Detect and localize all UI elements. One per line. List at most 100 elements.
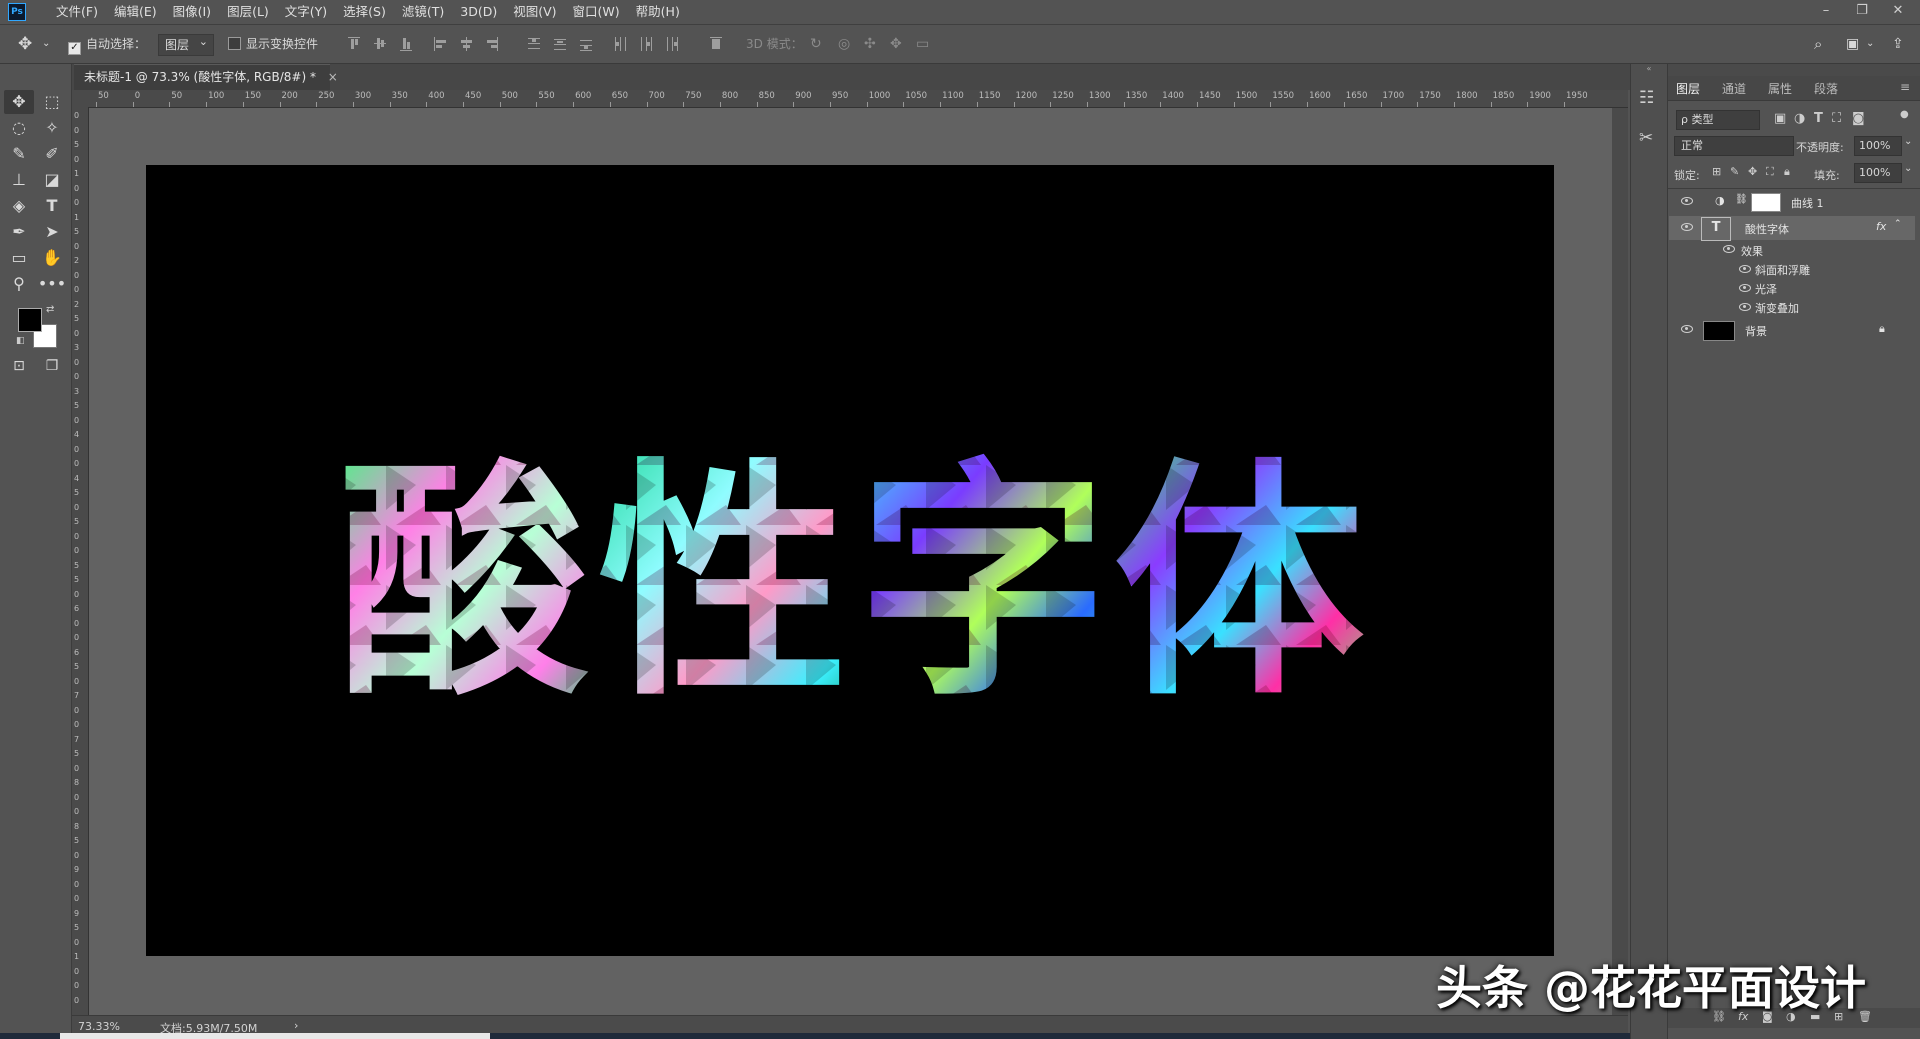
lock-position-icon[interactable]: ✥ <box>1748 165 1757 178</box>
distribute-right-icon[interactable] <box>666 37 678 51</box>
close-window-icon[interactable]: ✕ <box>1880 0 1916 24</box>
path-select-tool-icon[interactable]: ➤ <box>37 220 67 244</box>
align-left-icon[interactable] <box>434 37 446 51</box>
quick-mask-icon[interactable]: ⊡ <box>4 354 34 378</box>
magic-wand-tool-icon[interactable]: ✧ <box>37 116 67 140</box>
menu-window[interactable]: 窗口(W) <box>565 0 628 24</box>
align-right-icon[interactable] <box>486 37 498 51</box>
mask-link-icon[interactable]: ⛓ <box>1735 194 1748 205</box>
auto-select-dropdown[interactable]: 图层 <box>158 32 214 56</box>
pen-tool-icon[interactable]: ✒ <box>4 220 34 244</box>
menu-type[interactable]: 文字(Y) <box>277 0 335 24</box>
vertical-scrollbar[interactable] <box>1612 108 1628 1015</box>
move-tool-icon[interactable]: ✥ <box>4 90 34 114</box>
restore-icon[interactable]: ❐ <box>1844 0 1880 24</box>
eraser-tool-icon[interactable]: ◪ <box>37 168 67 192</box>
search-icon[interactable]: ⌕ <box>1814 33 1822 55</box>
layer-name[interactable]: 酸性字体 <box>1745 221 1789 237</box>
taskbar-active-window[interactable] <box>60 1033 490 1039</box>
panel-menu-icon[interactable]: ≡ <box>1900 80 1910 94</box>
tab-channels[interactable]: 通道 <box>1722 80 1746 97</box>
paint-bucket-tool-icon[interactable]: ◈ <box>4 194 34 218</box>
menu-edit[interactable]: 编辑(E) <box>106 0 165 24</box>
distribute-left-icon[interactable] <box>614 37 626 51</box>
stamp-tool-icon[interactable]: ⊥ <box>4 168 34 192</box>
type-layer-thumbnail[interactable]: T <box>1701 217 1731 241</box>
show-transform-checkbox[interactable]: 显示变换控件 <box>228 33 318 55</box>
filter-pixel-icon[interactable]: ▣ <box>1774 111 1786 126</box>
tab-properties[interactable]: 属性 <box>1768 80 1792 97</box>
document-canvas[interactable]: 酸 性 字 体 酸 性 字 体 <box>146 165 1554 956</box>
status-menu-arrow-icon[interactable]: › <box>294 1019 298 1032</box>
menu-file[interactable]: 文件(F) <box>48 0 106 24</box>
eyedropper-tool-icon[interactable]: ✎ <box>4 142 34 166</box>
type-tool-icon[interactable]: T <box>37 194 67 218</box>
close-tab-icon[interactable]: × <box>328 70 338 84</box>
screen-mode-icon[interactable]: ❐ <box>37 354 67 378</box>
vertical-ruler[interactable]: 0 0 5 0 1 0 0 1 5 0 2 0 0 2 5 0 3 0 0 3 5 0 4 0 0 4 5 0 5 0 0 5 5 0 6 0 0 6 5 0… <box>72 107 89 1015</box>
move-tool-icon[interactable]: ✥ <box>18 33 32 55</box>
lock-pixels-icon[interactable]: ✎ <box>1730 165 1739 178</box>
fill-input[interactable]: 100% <box>1854 163 1902 183</box>
filter-smart-object-icon[interactable]: ◙ <box>1852 111 1865 126</box>
minimize-icon[interactable]: – <box>1808 0 1844 24</box>
share-icon[interactable]: ⇪ <box>1892 33 1904 55</box>
3d-orbit-icon[interactable]: ↻ <box>810 33 822 55</box>
default-colors-icon[interactable]: ◧ <box>16 336 25 346</box>
lock-all-icon[interactable]: 🔒︎ <box>1784 165 1790 179</box>
filter-shape-icon[interactable]: ⛶ <box>1832 111 1841 126</box>
align-vcenter-icon[interactable] <box>374 37 386 51</box>
opacity-chevron-icon[interactable]: ⌄ <box>1904 136 1912 147</box>
3d-scale-icon[interactable]: ▭ <box>916 33 929 55</box>
mask-thumbnail[interactable] <box>1751 193 1781 212</box>
more-tools-icon[interactable]: ••• <box>37 272 67 296</box>
adjustments-icon[interactable]: ✂ <box>1639 128 1653 148</box>
tab-paragraph[interactable]: 段落 <box>1814 80 1838 97</box>
effect-visibility-eye-icon[interactable] <box>1739 303 1751 311</box>
blend-mode-dropdown[interactable]: 正常 <box>1674 136 1794 156</box>
distribute-vcenter-icon[interactable] <box>554 37 566 51</box>
menu-filter[interactable]: 滤镜(T) <box>394 0 452 24</box>
layer-background[interactable]: 背景 🔒︎ <box>1669 318 1915 342</box>
background-thumbnail[interactable] <box>1703 321 1735 341</box>
effect-gradient-overlay[interactable]: 渐变叠加 <box>1669 298 1915 317</box>
tab-layers[interactable]: 图层 <box>1676 80 1700 97</box>
filter-kind-dropdown[interactable]: ρ 类型 <box>1676 110 1760 130</box>
effects-group[interactable]: 效果 <box>1669 240 1915 260</box>
workspace-chevron-icon[interactable]: ⌄ <box>1866 33 1874 55</box>
menu-help[interactable]: 帮助(H) <box>628 0 688 24</box>
document-tab[interactable]: 未标题-1 @ 73.3% (酸性字体, RGB/8#) * × <box>74 64 338 90</box>
filter-type-icon[interactable]: T <box>1814 111 1823 126</box>
libraries-icon[interactable]: ☷ <box>1639 88 1654 108</box>
collapse-dock-icon[interactable]: « <box>1631 64 1667 76</box>
visibility-eye-icon[interactable] <box>1681 197 1693 205</box>
zoom-tool-icon[interactable]: ⚲ <box>4 272 34 296</box>
fill-chevron-icon[interactable]: ⌄ <box>1904 163 1912 174</box>
distribute-top-icon[interactable] <box>528 37 540 51</box>
rectangle-tool-icon[interactable]: ▭ <box>4 246 34 270</box>
effect-visibility-eye-icon[interactable] <box>1739 284 1751 292</box>
effect-satin[interactable]: 光泽 <box>1669 279 1915 298</box>
align-top-icon[interactable] <box>348 37 360 51</box>
lock-transparency-icon[interactable]: ⊞ <box>1712 165 1721 178</box>
3d-pan-icon[interactable]: ✣ <box>864 33 876 55</box>
layer-name[interactable]: 曲线 1 <box>1791 195 1824 211</box>
align-bottom-icon[interactable] <box>400 37 412 51</box>
menu-select[interactable]: 选择(S) <box>335 0 394 24</box>
fx-badge[interactable]: fx <box>1876 220 1886 233</box>
layer-text[interactable]: T 酸性字体 fx ⌃ <box>1669 216 1915 241</box>
auto-select-checkbox[interactable]: ✓ 自动选择： <box>68 33 146 55</box>
auto-align-icon[interactable] <box>710 37 722 51</box>
effect-visibility-eye-icon[interactable] <box>1739 265 1751 273</box>
effect-bevel-emboss[interactable]: 斜面和浮雕 <box>1669 260 1915 279</box>
swap-colors-icon[interactable]: ⇄ <box>46 304 54 315</box>
distribute-bottom-icon[interactable] <box>580 37 592 51</box>
marquee-tool-icon[interactable]: ⬚ <box>37 90 67 114</box>
workspace-icon[interactable]: ▣ <box>1846 33 1859 55</box>
ruler-corner[interactable] <box>72 90 88 107</box>
menu-image[interactable]: 图像(I) <box>165 0 219 24</box>
filter-adjustment-icon[interactable]: ◑ <box>1794 111 1805 126</box>
align-hcenter-icon[interactable] <box>460 37 472 51</box>
menu-view[interactable]: 视图(V) <box>505 0 564 24</box>
collapse-effects-icon[interactable]: ⌃ <box>1894 219 1902 229</box>
